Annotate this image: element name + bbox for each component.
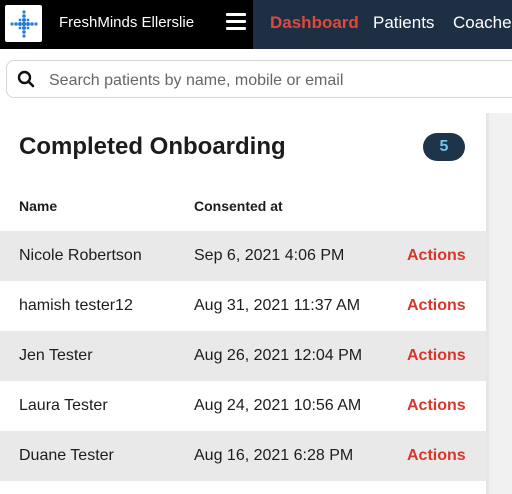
search-input[interactable] [47, 68, 511, 94]
top-bar: FreshMinds Ellerslie Dashboard Patients … [0, 0, 512, 49]
completed-onboarding-card: Completed Onboarding 5 Name Consented at… [0, 113, 486, 494]
column-header-name: Name [19, 198, 58, 214]
side-panel-edge [486, 113, 512, 494]
search-box[interactable] [6, 60, 512, 98]
search-icon [17, 70, 35, 93]
patient-name: Jen Tester [19, 347, 93, 364]
actions-button[interactable]: Actions [407, 347, 466, 365]
search-bar [0, 49, 512, 113]
table-row[interactable]: Laura Tester Aug 24, 2021 10:56 AM Actio… [0, 381, 486, 431]
table-row[interactable]: Nicole Robertson Sep 6, 2021 4:06 PM Act… [0, 231, 486, 281]
actions-button[interactable]: Actions [407, 397, 466, 415]
actions-button[interactable]: Actions [407, 297, 466, 315]
nav-item-coaches[interactable]: Coaches [453, 13, 512, 33]
table-row[interactable]: hamish tester12 Aug 31, 2021 11:37 AM Ac… [0, 281, 486, 331]
table-row[interactable]: Jen Tester Aug 26, 2021 12:04 PM Actions [0, 331, 486, 381]
consented-at: Aug 16, 2021 6:28 PM [194, 447, 354, 464]
brand-area: FreshMinds Ellerslie [0, 0, 253, 49]
column-header-consented-at: Consented at [194, 198, 283, 214]
actions-button[interactable]: Actions [407, 247, 466, 265]
consented-at: Sep 6, 2021 4:06 PM [194, 247, 345, 264]
hamburger-menu-icon[interactable] [226, 13, 246, 31]
patient-name: Nicole Robertson [19, 247, 142, 264]
consented-at: Aug 31, 2021 11:37 AM [194, 297, 361, 314]
nav-item-dashboard[interactable]: Dashboard [270, 13, 359, 33]
count-badge: 5 [423, 133, 465, 161]
actions-button[interactable]: Actions [407, 447, 466, 465]
patient-name: Laura Tester [19, 397, 108, 414]
nav-item-patients[interactable]: Patients [373, 13, 434, 33]
patient-name: hamish tester12 [19, 297, 133, 314]
main-nav: Dashboard Patients Coaches [253, 0, 512, 49]
table-row[interactable]: Duane Tester Aug 16, 2021 6:28 PM Action… [0, 431, 486, 481]
consented-at: Aug 24, 2021 10:56 AM [194, 397, 362, 414]
card-title: Completed Onboarding [19, 133, 286, 160]
consented-at: Aug 26, 2021 12:04 PM [194, 347, 363, 364]
brand-name: FreshMinds Ellerslie [59, 14, 195, 31]
patient-name: Duane Tester [19, 447, 114, 464]
dotted-cross-logo-icon[interactable] [5, 5, 42, 42]
